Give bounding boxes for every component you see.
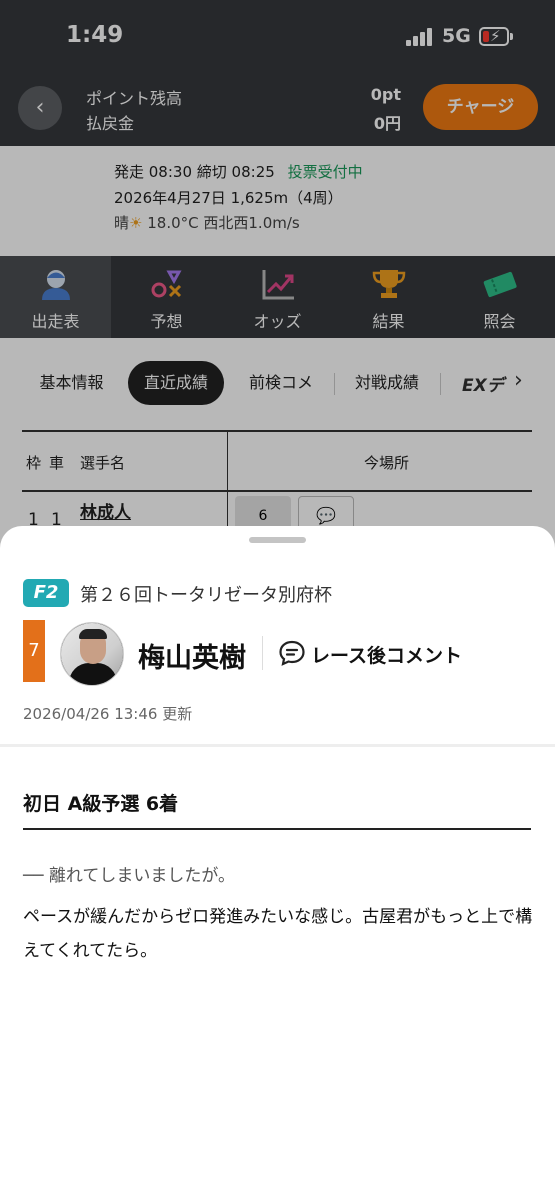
name-divider xyxy=(262,636,263,670)
rider-avatar xyxy=(60,622,124,686)
sheet-drag-handle[interactable] xyxy=(249,537,306,543)
section-title-underline xyxy=(23,828,531,830)
bracket-number: 7 xyxy=(23,620,45,682)
section-divider xyxy=(0,744,555,747)
race-title: 第２６回トータリゼータ別府杯 xyxy=(80,585,332,606)
interview-question: ── 離れてしまいましたが。 xyxy=(23,866,236,886)
rider-name: 梅山英樹 xyxy=(138,643,246,674)
updated-timestamp: 2026/04/26 13:46 更新 xyxy=(23,705,193,723)
comment-bubble-icon xyxy=(279,640,305,666)
interview-answer: ペースが緩んだからゼロ発進みたいな感じ。古屋君がもっと上で構えてくれてたら。 xyxy=(23,907,533,961)
race-grade-badge: F2 xyxy=(23,579,69,607)
post-race-comment-label: レース後コメント xyxy=(311,645,463,667)
comment-sheet: F2 第２６回トータリゼータ別府杯 7 梅山英樹 レース後コメント 2026/0… xyxy=(0,526,555,1200)
comment-section-title: 初日 A級予選 6着 xyxy=(23,793,179,815)
